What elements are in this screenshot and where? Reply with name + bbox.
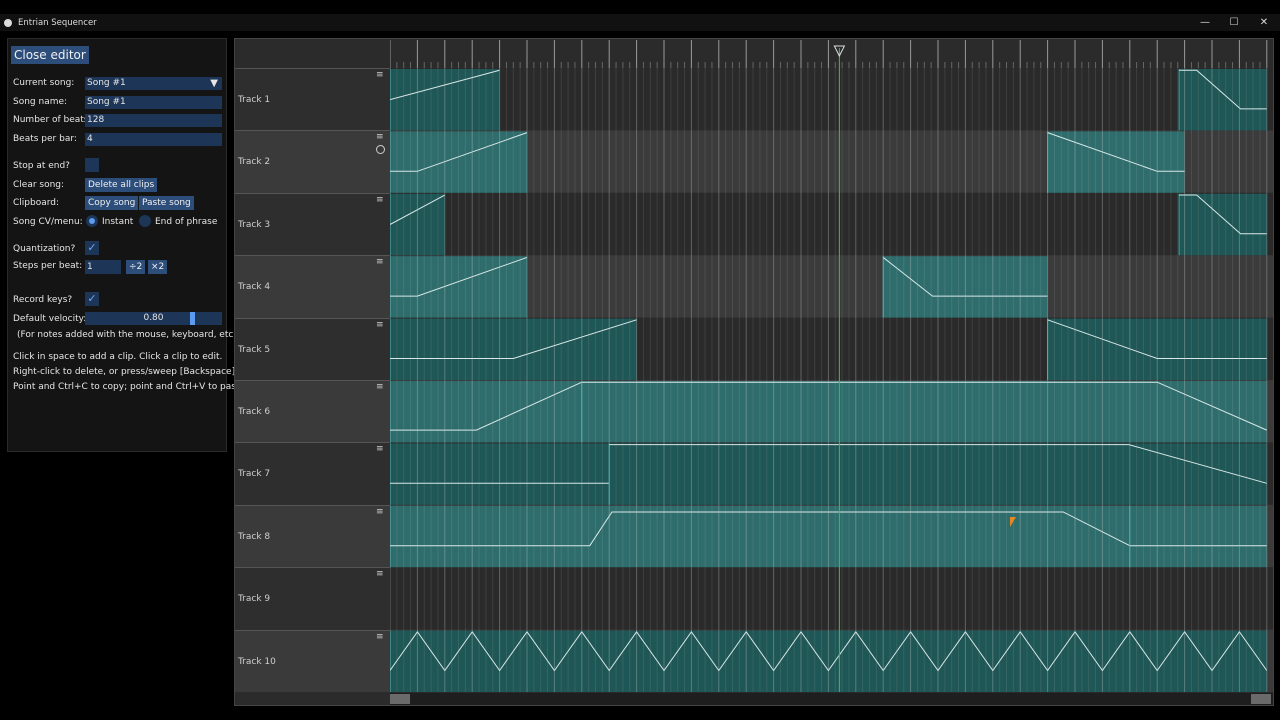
track-menu-icon[interactable]: ≡ [376, 445, 384, 454]
divide-by-two-button[interactable]: ÷2 [126, 260, 146, 274]
close-editor-button[interactable]: Close editor [11, 46, 89, 64]
default-velocity-slider[interactable]: 0.80 [85, 312, 222, 325]
end-of-phrase-radio[interactable] [139, 215, 151, 227]
scrollbar-right-handle[interactable] [1251, 694, 1271, 704]
clip-grid[interactable] [390, 40, 1273, 693]
ruler-background [390, 40, 1273, 68]
title-bar: Entrian Sequencer — ☐ ✕ [0, 14, 1280, 31]
track-name: Track 9 [238, 594, 271, 605]
mouse-cursor-icon [1010, 517, 1016, 527]
track-name: Track 5 [238, 344, 271, 355]
instant-label: Instant [102, 217, 134, 227]
track-row-bg [390, 68, 1273, 131]
track-menu-icon[interactable]: ≡ [376, 71, 384, 80]
clip [1179, 193, 1267, 256]
song-cv-label: Song CV/menu: [13, 217, 83, 227]
bpb-input[interactable]: 4 [85, 133, 222, 146]
track-header-5[interactable]: Track 5 ≡ [235, 317, 390, 380]
track-menu-icon[interactable]: ≡ [376, 133, 384, 142]
steps-per-beat-label: Steps per beat: [13, 261, 83, 271]
track-menu-icon[interactable]: ≡ [376, 383, 384, 392]
help-text-3: Point and Ctrl+C to copy; point and Ctrl… [13, 382, 248, 392]
track-menu-icon[interactable]: ≡ [376, 258, 384, 267]
track-menu-icon[interactable]: ≡ [376, 632, 384, 641]
help-text-2: Right-click to delete, or press/sweep [B… [13, 367, 238, 377]
clip [1179, 69, 1267, 131]
record-keys-label: Record keys? [13, 295, 73, 305]
track-name: Track 6 [238, 407, 271, 417]
track-name: Track 2 [238, 157, 271, 168]
track-header-10[interactable]: Track 10 ≡ [235, 629, 390, 692]
track-header-7[interactable]: Track 7 ≡ [235, 442, 390, 505]
delete-all-clips-button[interactable]: Delete all clips [85, 178, 158, 192]
track-menu-icon[interactable]: ≡ [376, 320, 384, 329]
track-header-8[interactable]: Track 8 ≡ [235, 504, 390, 568]
current-song-label: Current song: [13, 78, 75, 88]
default-velocity-value: 0.80 [143, 313, 164, 323]
horizontal-scrollbar[interactable] [390, 693, 1273, 705]
scrollbar-left-handle[interactable] [390, 694, 410, 704]
track-name: Track 7 [238, 469, 271, 480]
track-record-circle-icon[interactable] [376, 145, 385, 155]
dropdown-arrow-icon: ▼ [210, 78, 218, 89]
steps-per-beat-input[interactable]: 1 [85, 260, 121, 274]
track-header-6[interactable]: Track 6 ≡ [235, 380, 390, 443]
track-name: Track 8 [238, 531, 271, 542]
track-name: Track 4 [238, 282, 271, 293]
default-velocity-label: Default velocity: [13, 314, 87, 324]
current-song-value: Song #1 [87, 78, 126, 88]
beats-input[interactable]: 128 [85, 114, 222, 127]
clipboard-label: Clipboard: [13, 198, 60, 208]
track-menu-icon[interactable]: ≡ [376, 570, 384, 579]
track-header-4[interactable]: Track 4 ≡ [235, 255, 390, 318]
end-of-phrase-label: End of phrase [155, 217, 218, 227]
quantization-label: Quantization? [13, 244, 76, 254]
minimize-icon[interactable]: — [1190, 14, 1220, 31]
paste-song-button[interactable]: Paste song [139, 196, 194, 210]
track-list: Track 1 ≡ Track 2 ≡ Track 3 ≡ Track 4 ≡ Track 5 ≡… [235, 68, 390, 692]
app-icon [4, 18, 12, 27]
beats-label: Number of beats: [13, 115, 92, 125]
quantization-checkbox[interactable]: ✓ [85, 241, 99, 255]
song-name-label: Song name: [13, 97, 68, 107]
multiply-by-two-button[interactable]: ×2 [148, 260, 168, 274]
track-name: Track 3 [238, 219, 271, 230]
track-row-bg [390, 192, 1273, 256]
stop-at-end-checkbox[interactable] [85, 158, 99, 172]
window-title: Entrian Sequencer [18, 17, 97, 28]
track-header-3[interactable]: Track 3 ≡ [235, 192, 390, 256]
current-song-select[interactable]: Song #1 ▼ [85, 77, 222, 90]
bpb-label: Beats per bar: [13, 134, 77, 144]
copy-song-button[interactable]: Copy song [85, 196, 139, 210]
track-header-2[interactable]: Track 2 ≡ [235, 130, 390, 193]
velocity-note: (For notes added with the mouse, keyboar… [17, 330, 240, 340]
track-name: Track 10 [238, 656, 276, 667]
track-header-1[interactable]: Track 1 ≡ [235, 68, 390, 131]
instant-radio[interactable] [86, 215, 98, 227]
help-text-1: Click in space to add a clip. Click a cl… [13, 352, 223, 362]
track-row-bg [390, 567, 1273, 630]
clear-song-label: Clear song: [13, 180, 65, 190]
stop-at-end-label: Stop at end? [13, 161, 70, 171]
maximize-icon[interactable]: ☐ [1219, 14, 1249, 31]
velocity-slider-handle[interactable] [190, 312, 195, 325]
track-name: Track 1 [238, 95, 271, 105]
editor-panel: Close editor Current song: Song #1 ▼ Son… [7, 38, 248, 452]
track-menu-icon[interactable]: ≡ [376, 507, 384, 516]
track-menu-icon[interactable]: ≡ [376, 195, 384, 204]
record-keys-checkbox[interactable]: ✓ [85, 292, 99, 306]
track-header-9[interactable]: Track 9 ≡ [235, 567, 390, 630]
close-icon[interactable]: ✕ [1249, 14, 1279, 31]
song-name-input[interactable]: Song #1 [85, 96, 222, 109]
